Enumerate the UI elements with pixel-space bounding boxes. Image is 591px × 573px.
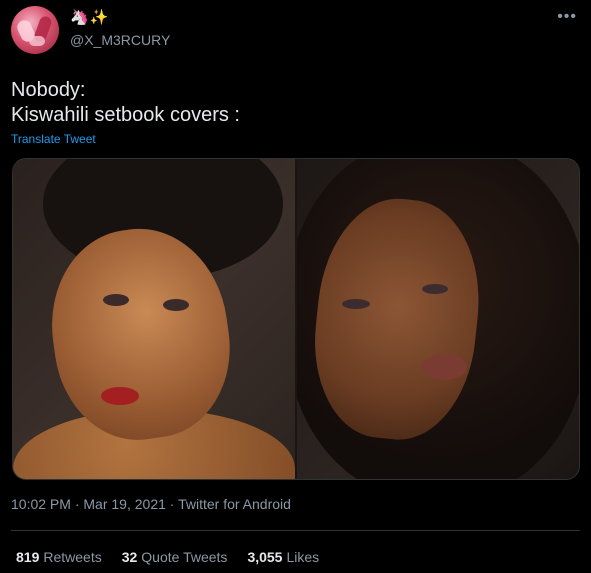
quote-tweets-label: Quote Tweets (141, 549, 228, 565)
tweet-source: Twitter for Android (178, 496, 291, 512)
avatar-art (29, 36, 45, 46)
photo-shape (342, 299, 370, 309)
quote-tweets-count: 32 (121, 549, 138, 565)
translate-tweet-link[interactable]: Translate Tweet (11, 132, 96, 146)
media-photo-right[interactable] (297, 159, 579, 479)
photo-shape (422, 354, 467, 380)
meta-separator: · (70, 496, 84, 512)
retweets-count: 819 (16, 549, 40, 565)
likes-count: 3,055 (247, 549, 283, 565)
photo-shape (101, 387, 139, 405)
tweet-time[interactable]: 10:02 PM (11, 496, 71, 512)
likes-label: Likes (286, 549, 320, 565)
avatar[interactable] (11, 6, 59, 54)
user-handle[interactable]: @X_M3RCURY (70, 32, 170, 48)
divider (11, 530, 580, 531)
retweets-label: Retweets (43, 549, 102, 565)
media-photo-left[interactable] (13, 159, 295, 479)
quote-tweets-stat[interactable]: 32 Quote Tweets (122, 549, 228, 565)
display-name[interactable]: 🦄✨ (70, 8, 109, 26)
photo-shape (103, 294, 129, 306)
retweets-stat[interactable]: 819 Retweets (16, 549, 102, 565)
tweet-media[interactable] (12, 158, 580, 480)
meta-separator: · (165, 496, 179, 512)
tweet-meta: 10:02 PM · Mar 19, 2021 · Twitter for An… (11, 496, 291, 512)
more-options-icon[interactable]: ••• (557, 8, 577, 26)
likes-stat[interactable]: 3,055 Likes (247, 549, 319, 565)
photo-shape (422, 284, 448, 294)
photo-shape (163, 299, 189, 311)
tweet-stats: 819 Retweets 32 Quote Tweets 3,055 Likes (16, 549, 319, 565)
tweet-card: 🦄✨ @X_M3RCURY ••• Nobody: Kiswahili setb… (0, 0, 591, 573)
tweet-text: Nobody: Kiswahili setbook covers : (11, 79, 240, 126)
tweet-date[interactable]: Mar 19, 2021 (83, 496, 166, 512)
